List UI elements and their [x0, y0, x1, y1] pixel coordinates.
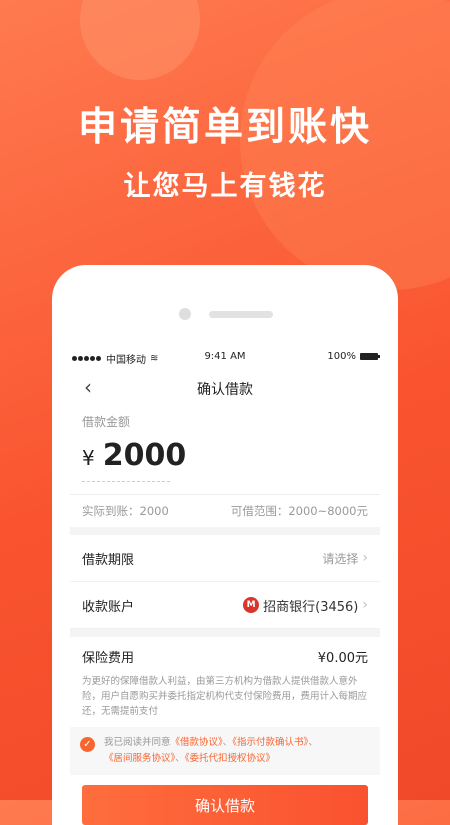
- speaker-icon: [209, 311, 273, 318]
- amount-label: 借款金额: [82, 415, 131, 429]
- background-circle: [80, 0, 200, 80]
- section-divider: [70, 527, 380, 535]
- amount-info: 实际到账：2000 可借范围：2000~8000元: [70, 495, 380, 527]
- receiving-account-label: 收款账户: [82, 599, 135, 615]
- promo-subline: 让您马上有钱花: [123, 171, 327, 202]
- insurance-label: 保险费用: [82, 651, 135, 666]
- insurance-section: 保险费用 ¥0.00元 为更好的保障借款人利益，由第三方机构为借款人提供借款人意…: [70, 637, 380, 727]
- promo-headline: 申请简单到账快: [77, 105, 372, 150]
- amount-underline: [82, 481, 170, 482]
- received-amount: 实际到账：2000: [82, 504, 169, 518]
- agreement-prefix: 我已阅读并同意: [104, 737, 171, 748]
- status-bar: 中国移动 ≋ 9:41 AM 100%: [70, 343, 380, 369]
- insurance-description: 为更好的保障借款人利益，由第三方机构为借款人提供借款人意外险，用户自愿购买并委托…: [82, 676, 368, 717]
- receiving-account-value: 招商银行(3456): [263, 599, 359, 615]
- agreement-section: ✓ 我已阅读并同意《借款协议》、《指示付款确认书》、 《居间服务协议》、《委托代扣…: [70, 727, 380, 775]
- checkmark-icon[interactable]: ✓: [80, 737, 95, 752]
- chevron-right-icon: ›: [362, 550, 368, 566]
- loan-term-value: 请选择: [322, 551, 359, 566]
- battery-label: 100%: [327, 351, 356, 362]
- chevron-right-icon: ›: [362, 597, 368, 613]
- doc-link-service[interactable]: 《居间服务协议》: [104, 753, 175, 764]
- currency-symbol: ¥: [82, 446, 95, 470]
- page-title: 确认借款: [197, 382, 253, 398]
- doc-link-payment[interactable]: 《指示付款确认书》: [232, 737, 308, 748]
- bank-logo-icon: M: [243, 597, 260, 613]
- battery-icon: [360, 353, 380, 360]
- phone-mockup: 中国移动 ≋ 9:41 AM 100% ‹ 确认借款 借款金额 ¥ 2000 实…: [52, 265, 398, 825]
- amount-value: 2000: [102, 438, 187, 473]
- section-divider: [70, 629, 380, 637]
- insurance-value: ¥0.00元: [317, 651, 368, 666]
- camera-icon: [179, 308, 191, 320]
- loan-term-row[interactable]: 借款期限 请选择 ›: [70, 535, 380, 582]
- phone-screen: 中国移动 ≋ 9:41 AM 100% ‹ 确认借款 借款金额 ¥ 2000 实…: [70, 343, 380, 825]
- nav-bar: ‹ 确认借款: [70, 369, 380, 407]
- loan-term-label: 借款期限: [82, 552, 135, 568]
- doc-link-loan[interactable]: 《借款协议》: [171, 737, 223, 748]
- amount-input[interactable]: ¥ 2000: [82, 438, 380, 473]
- doc-link-authorization[interactable]: 《委托代扣授权协议》: [185, 753, 275, 764]
- receiving-account-row[interactable]: 收款账户 M 招商银行(3456) ›: [70, 582, 380, 629]
- confirm-loan-button[interactable]: 确认借款: [82, 785, 368, 825]
- loan-range: 可借范围：2000~8000元: [230, 504, 368, 518]
